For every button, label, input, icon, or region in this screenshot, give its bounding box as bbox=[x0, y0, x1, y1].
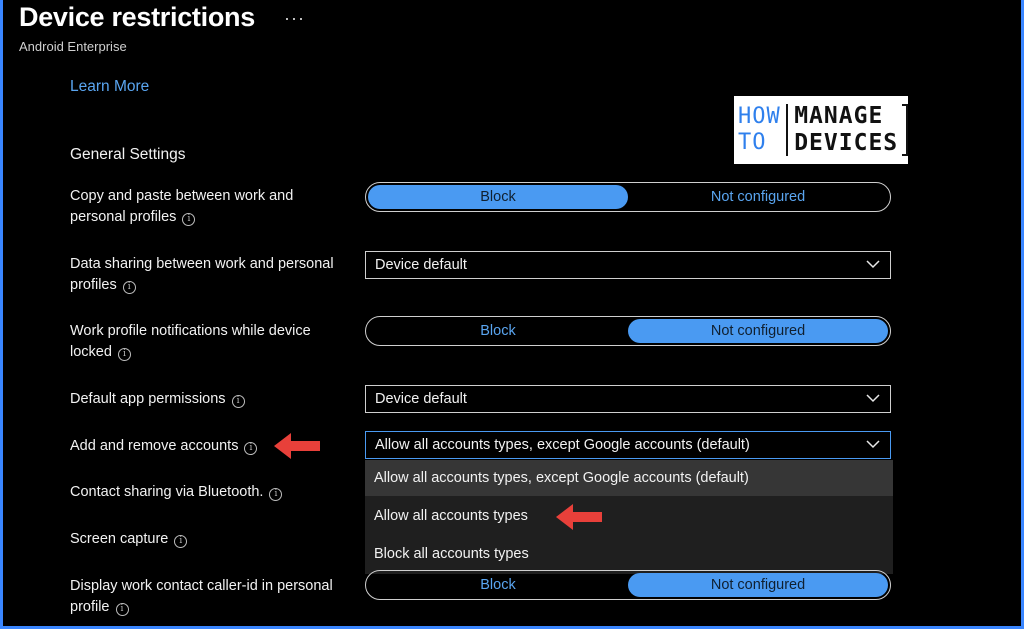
default-app-permissions-select[interactable]: Device default bbox=[365, 385, 891, 413]
info-icon[interactable]: i bbox=[174, 535, 188, 548]
work-notifications-toggle[interactable]: Block Not configured bbox=[365, 316, 891, 346]
add-remove-accounts-text: Add and remove accounts bbox=[70, 438, 239, 454]
logo-manage: MANAGE bbox=[794, 103, 884, 129]
data-sharing-label-line1: Data sharing between work and personal bbox=[70, 256, 334, 272]
copy-paste-label-line1: Copy and paste between work and bbox=[70, 188, 294, 204]
copy-paste-toggle[interactable]: Block Not configured bbox=[365, 182, 891, 212]
copy-paste-not-configured-option[interactable]: Not configured bbox=[628, 185, 888, 209]
caller-id-block-option[interactable]: Block bbox=[368, 573, 628, 597]
caller-id-label-line2: profile bbox=[70, 599, 110, 615]
copy-paste-block-option[interactable]: Block bbox=[368, 185, 628, 209]
logo-right-text: MANAGE DEVICES bbox=[794, 103, 898, 157]
dropdown-option-allow-except-google[interactable]: Allow all accounts types, except Google … bbox=[365, 460, 893, 496]
info-icon[interactable]: i bbox=[244, 442, 258, 455]
data-sharing-label-line2: profiles bbox=[70, 277, 117, 293]
info-icon[interactable]: i bbox=[231, 395, 245, 408]
chevron-down-icon bbox=[866, 260, 880, 269]
caller-id-not-configured-option[interactable]: Not configured bbox=[628, 573, 888, 597]
add-remove-accounts-value: Allow all accounts types, except Google … bbox=[375, 437, 750, 453]
work-notifications-label-line1: Work profile notifications while device bbox=[70, 323, 311, 339]
dropdown-option-allow-all[interactable]: Allow all accounts types bbox=[365, 498, 893, 534]
work-notifications-label-line2: locked bbox=[70, 344, 112, 360]
work-notifications-not-configured-option[interactable]: Not configured bbox=[628, 319, 888, 343]
default-app-permissions-label: Default app permissions i bbox=[70, 389, 360, 410]
copy-paste-label: Copy and paste between work and personal… bbox=[70, 186, 360, 228]
how-to-manage-devices-logo: HOW TO MANAGE DEVICES bbox=[734, 96, 908, 164]
logo-to: TO bbox=[738, 130, 767, 155]
learn-more-link[interactable]: Learn More bbox=[70, 78, 149, 96]
caller-id-label-line1: Display work contact caller-id in person… bbox=[70, 578, 333, 594]
red-arrow-left-icon bbox=[556, 504, 602, 530]
logo-bracket bbox=[902, 104, 908, 156]
red-arrow-left-icon bbox=[274, 433, 320, 459]
chevron-up-icon bbox=[866, 440, 880, 449]
logo-devices: DEVICES bbox=[794, 130, 899, 156]
general-settings-heading: General Settings bbox=[70, 146, 186, 163]
data-sharing-value: Device default bbox=[375, 257, 467, 273]
default-app-permissions-value: Device default bbox=[375, 391, 467, 407]
add-remove-accounts-select[interactable]: Allow all accounts types, except Google … bbox=[365, 431, 891, 459]
screen-capture-text: Screen capture bbox=[70, 531, 169, 547]
blade-frame: Device restrictions ··· Android Enterpri… bbox=[3, 0, 1021, 626]
chevron-down-icon bbox=[866, 394, 880, 403]
logo-left-text: HOW TO bbox=[734, 104, 782, 156]
screen-capture-label: Screen capture i bbox=[70, 529, 360, 550]
logo-how: HOW bbox=[738, 104, 781, 129]
work-notifications-label: Work profile notifications while device … bbox=[70, 321, 360, 363]
info-icon[interactable]: i bbox=[182, 213, 196, 226]
dropdown-option-block-all[interactable]: Block all accounts types bbox=[365, 536, 893, 572]
data-sharing-select[interactable]: Device default bbox=[365, 251, 891, 279]
copy-paste-label-line2: personal profiles bbox=[70, 209, 177, 225]
caller-id-toggle[interactable]: Block Not configured bbox=[365, 570, 891, 600]
info-icon[interactable]: i bbox=[269, 488, 283, 501]
info-icon[interactable]: i bbox=[117, 348, 131, 361]
add-remove-accounts-dropdown: Allow all accounts types, except Google … bbox=[365, 460, 893, 574]
more-options-button[interactable]: ··· bbox=[284, 8, 305, 29]
default-app-permissions-text: Default app permissions bbox=[70, 391, 226, 407]
info-icon[interactable]: i bbox=[122, 281, 136, 294]
work-notifications-block-option[interactable]: Block bbox=[368, 319, 628, 343]
contact-sharing-text: Contact sharing via Bluetooth. bbox=[70, 484, 264, 500]
logo-divider bbox=[786, 104, 789, 156]
page-title: Device restrictions bbox=[19, 2, 255, 32]
contact-sharing-label: Contact sharing via Bluetooth. i bbox=[70, 482, 360, 503]
info-icon[interactable]: i bbox=[115, 603, 129, 616]
page-subtitle: Android Enterprise bbox=[19, 39, 127, 54]
caller-id-label: Display work contact caller-id in person… bbox=[70, 576, 360, 618]
data-sharing-label: Data sharing between work and personal p… bbox=[70, 254, 360, 296]
